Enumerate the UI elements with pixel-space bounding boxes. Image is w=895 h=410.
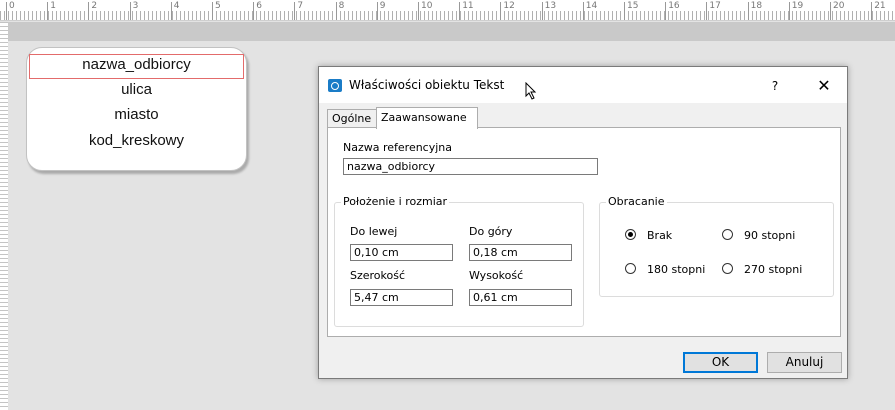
label-field-miasto[interactable]: miasto (27, 106, 246, 123)
properties-dialog: Właściwości obiektu Tekst ? ✕ Ogólne Zaa… (318, 66, 848, 379)
rotation-title: Obracanie (606, 195, 667, 208)
height-input[interactable]: 0,61 cm (469, 289, 572, 306)
tab-ogolne[interactable]: Ogólne (327, 109, 377, 128)
ruler-number: 7 (294, 2, 303, 20)
ruler-number: 9 (376, 2, 386, 20)
mouse-cursor-icon (525, 82, 537, 100)
radio-brak[interactable] (625, 229, 636, 240)
ruler-number: 11 (459, 2, 474, 20)
ruler-number: 0 (6, 2, 15, 20)
radio-180-label[interactable]: 180 stopni (647, 263, 705, 276)
cancel-button[interactable]: Anuluj (767, 352, 842, 373)
label-field-nazwa-odbiorcy[interactable]: nazwa_odbiorcy (27, 56, 246, 73)
ruler-number: 5 (212, 2, 221, 20)
ok-button[interactable]: OK (683, 352, 758, 373)
ruler-number: 10 (418, 2, 432, 20)
top-ruler: 012345678910111213141516171819202122 (0, 0, 895, 21)
ruler-number: 19 (788, 2, 803, 20)
ruler-number: 6 (253, 2, 262, 20)
ruler-number: 18 (747, 2, 762, 20)
ruler-number: 17 (706, 2, 721, 20)
dialog-titlebar[interactable]: Właściwości obiektu Tekst ? ✕ (319, 67, 847, 103)
ruler-number: 13 (541, 2, 556, 20)
label-preview[interactable]: nazwa_odbiorcy ulica miasto kod_kreskowy (26, 47, 247, 171)
top-input[interactable]: 0,18 cm (469, 244, 572, 261)
help-button[interactable]: ? (755, 73, 795, 99)
left-ruler (0, 22, 8, 410)
width-label: Szerokość (350, 269, 406, 282)
radio-270[interactable] (722, 263, 733, 274)
ruler-number: 14 (582, 2, 597, 20)
ruler-number: 4 (170, 2, 180, 20)
label-field-kod-kreskowy[interactable]: kod_kreskowy (27, 132, 246, 149)
ruler-number: 15 (624, 2, 638, 20)
ruler-number: 16 (665, 2, 680, 20)
position-size-title: Położenie i rozmiar (341, 195, 450, 208)
canvas-band (8, 22, 895, 41)
ref-name-input[interactable]: nazwa_odbiorcy (343, 158, 598, 175)
ruler-number: 20 (830, 2, 844, 20)
ruler-number: 3 (129, 2, 138, 20)
radio-270-label[interactable]: 270 stopni (744, 263, 802, 276)
radio-brak-label[interactable]: Brak (647, 229, 672, 242)
width-input[interactable]: 5,47 cm (350, 289, 453, 306)
tab-panel-advanced: Nazwa referencyjna nazwa_odbiorcy Położe… (327, 127, 841, 337)
ruler-number: 21 (871, 2, 886, 20)
ruler-number: 8 (335, 2, 344, 20)
label-field-ulica[interactable]: ulica (27, 81, 246, 98)
top-label: Do góry (469, 225, 513, 238)
rotation-group: Obracanie Brak 90 stopni 180 stopni 270 … (599, 195, 834, 297)
radio-90[interactable] (722, 229, 733, 240)
position-size-group: Położenie i rozmiar Do lewej 0,10 cm Do … (334, 195, 584, 327)
dialog-title: Właściwości obiektu Tekst (349, 78, 505, 92)
left-label: Do lewej (350, 225, 398, 238)
ruler-number: 1 (47, 2, 56, 20)
ruler-number: 12 (500, 2, 515, 20)
close-button[interactable]: ✕ (804, 73, 844, 99)
app-icon (328, 79, 342, 92)
height-label: Wysokość (469, 269, 524, 282)
radio-90-label[interactable]: 90 stopni (744, 229, 795, 242)
left-input[interactable]: 0,10 cm (350, 244, 453, 261)
ref-name-label: Nazwa referencyjna (343, 141, 453, 154)
ruler-number: 2 (88, 2, 97, 20)
tab-zaawansowane[interactable]: Zaawansowane (376, 107, 478, 129)
radio-180[interactable] (625, 263, 636, 274)
